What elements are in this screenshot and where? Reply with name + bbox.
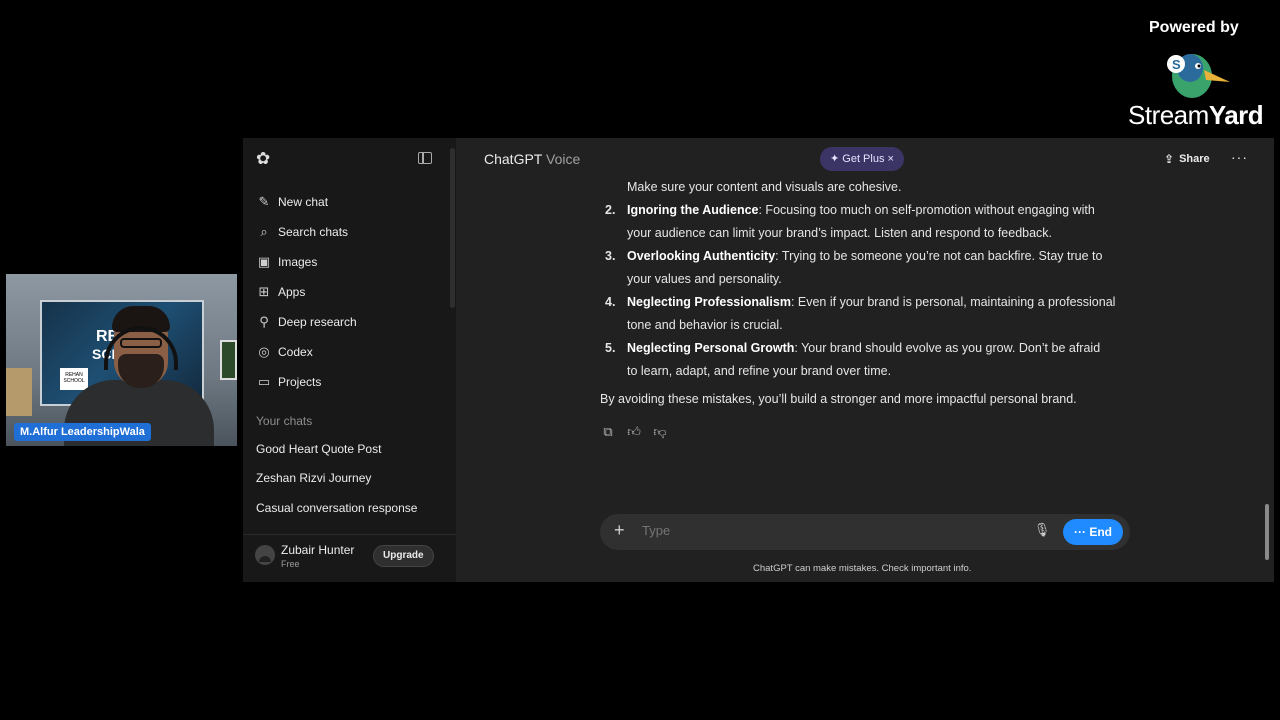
message-input[interactable]	[642, 523, 1002, 538]
list-item: 5. Neglecting Personal Growth: Your brand…	[605, 341, 1101, 355]
page-title[interactable]: ChatGPT Voice	[484, 151, 580, 167]
sidebar-item-deep-research[interactable]: ⚲ Deep research	[256, 310, 446, 334]
powered-by-label: Powered by	[1149, 19, 1239, 36]
image-icon: ▣	[257, 254, 271, 269]
more-options-icon[interactable]: ···	[1231, 149, 1248, 165]
upgrade-button[interactable]: Upgrade	[373, 545, 434, 567]
folder-icon: ▭	[257, 374, 271, 389]
assistant-message: Make sure your content and visuals are c…	[601, 176, 1141, 383]
message-actions: ⧉ 👍︎ 👎︎	[600, 424, 668, 440]
openai-logo-icon[interactable]: ✿	[256, 150, 274, 168]
your-chats-heading: Your chats	[256, 414, 313, 428]
sidebar-scrollbar[interactable]	[450, 148, 455, 308]
chat-history-item[interactable]: Good Heart Quote Post	[256, 442, 381, 456]
sidebar-item-projects[interactable]: ▭ Projects	[256, 370, 446, 394]
thumbs-up-icon[interactable]: 👍︎	[626, 424, 642, 440]
sidebar-item-new-chat[interactable]: ✎ New chat	[256, 190, 446, 214]
telescope-icon: ⚲	[259, 314, 269, 329]
codex-icon: ◎	[258, 344, 270, 359]
grid-icon: ⊞	[258, 284, 270, 299]
thumbs-down-icon[interactable]: 👎︎	[652, 424, 668, 440]
edit-icon: ✎	[258, 194, 270, 209]
participant-name-tag: M.Alfur LeadershipWala	[14, 423, 151, 441]
end-voice-button[interactable]: ··· End	[1063, 519, 1123, 545]
message-summary: By avoiding these mistakes, you’ll build…	[600, 392, 1077, 406]
composer: + 🎙︎ ··· End	[600, 514, 1130, 550]
list-item: 4. Neglecting Professionalism: Even if yo…	[605, 295, 1116, 309]
user-plan: Free	[281, 559, 300, 569]
streamyard-wordmark: StreamYard	[1128, 100, 1264, 130]
chat-scrollbar[interactable]	[1265, 504, 1269, 560]
share-button[interactable]: ⇪ Share	[1164, 152, 1210, 166]
waveform-icon: ···	[1073, 525, 1086, 539]
sidebar-toggle-icon[interactable]	[418, 152, 432, 164]
list-item: 3. Overlooking Authenticity: Trying to be…	[605, 249, 1103, 263]
chat-history-item[interactable]: Zeshan Rizvi Journey	[256, 471, 371, 485]
sidebar-item-images[interactable]: ▣ Images	[256, 250, 446, 274]
avatar	[255, 545, 275, 565]
chat-main: ChatGPT Voice ✦ Get Plus × ⇪ Share ··· Ma…	[456, 138, 1274, 582]
streamyard-duck-logo: S	[1167, 54, 1230, 98]
sidebar-item-codex[interactable]: ◎ Codex	[256, 340, 446, 364]
plus-icon[interactable]: +	[614, 520, 625, 541]
message-lead-line: Make sure your content and visuals are c…	[627, 180, 902, 194]
get-plus-button[interactable]: ✦ Get Plus ×	[820, 147, 904, 171]
list-item: 2. Ignoring the Audience: Focusing too mu…	[605, 203, 1095, 217]
sidebar-item-apps[interactable]: ⊞ Apps	[256, 280, 446, 304]
disclaimer-text: ChatGPT can make mistakes. Check importa…	[753, 563, 972, 574]
chatgpt-window: ✿ ✎ New chat ⌕ Search chats ▣ Images ⊞ Apps …	[243, 138, 1274, 582]
user-account-panel[interactable]: Zubair Hunter Free Upgrade	[243, 534, 456, 582]
sidebar-item-search-chats[interactable]: ⌕ Search chats	[256, 220, 446, 244]
search-icon: ⌕	[260, 224, 268, 239]
copy-icon[interactable]: ⧉	[600, 424, 616, 440]
microphone-icon[interactable]: 🎙︎	[1032, 522, 1052, 542]
svg-text:S: S	[1172, 57, 1181, 72]
share-icon: ⇪	[1164, 152, 1175, 166]
webcam-tile: REI SCH REHAN SCHOOL M.Alfur LeadershipW…	[6, 274, 237, 446]
sidebar: ✿ ✎ New chat ⌕ Search chats ▣ Images ⊞ Apps …	[243, 138, 456, 582]
user-name: Zubair Hunter	[281, 543, 355, 557]
chat-history-item[interactable]: Casual conversation response	[256, 501, 417, 515]
